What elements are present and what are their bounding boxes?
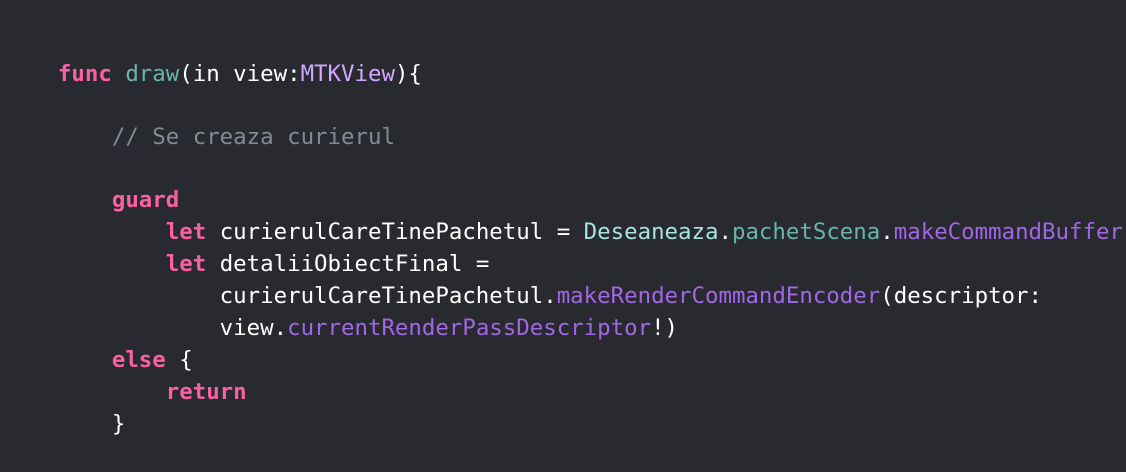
code-token: .	[880, 219, 894, 245]
code-comment: // Se creaza curierul	[111, 124, 395, 150]
code-token-class: Deseaneaza	[583, 219, 719, 245]
code-line: let curierulCareTinePachetul = Deseaneaz…	[4, 184, 1126, 245]
code-editor[interactable]: func draw(in view:MTKView){ // Se creaza…	[0, 0, 1126, 442]
code-line: let detaliiObiectFinal =	[4, 216, 490, 277]
code-token-function-name: draw	[125, 61, 180, 87]
code-token-method: currentRenderPassDescriptor	[287, 315, 652, 341]
code-token-keyword: func	[57, 61, 112, 87]
code-token-type: MTKView	[300, 61, 395, 87]
code-line: return	[4, 344, 247, 405]
code-line: // Se creaza curierul	[4, 89, 395, 150]
code-token-property: pachetScena	[731, 219, 881, 245]
code-line: else {	[4, 312, 193, 373]
code-token: !)	[651, 315, 679, 341]
code-token: ){	[394, 61, 422, 87]
code-line: func draw(in view:MTKView){	[4, 26, 422, 87]
code-token: }	[57, 411, 126, 437]
code-token-method: makeCommandBuffer	[893, 219, 1123, 245]
code-token: (in view:	[179, 61, 301, 87]
code-line: view.currentRenderPassDescriptor!)	[4, 280, 678, 341]
code-token: .	[718, 219, 732, 245]
code-token-keyword: return	[165, 379, 247, 405]
code-line: curierulCareTinePachetul.makeRenderComma…	[4, 248, 1042, 309]
code-token: (descriptor:	[880, 283, 1042, 309]
code-line: }	[4, 376, 126, 437]
code-line: guard	[4, 152, 179, 213]
